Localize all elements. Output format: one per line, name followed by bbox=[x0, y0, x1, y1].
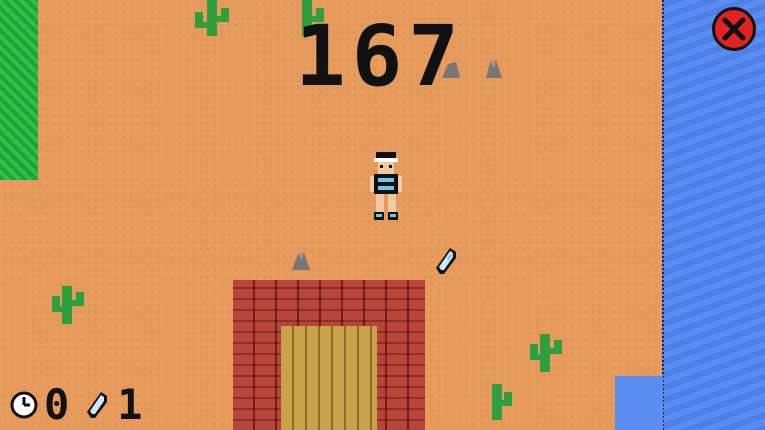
water-inlet bbox=[615, 376, 663, 430]
water-area bbox=[662, 0, 765, 430]
cactus-icon bbox=[195, 0, 229, 36]
grass-patch bbox=[0, 0, 38, 180]
crystal-icon bbox=[87, 392, 108, 418]
cactus-icon bbox=[492, 384, 512, 420]
score-display: 167 bbox=[295, 7, 465, 105]
player-character bbox=[370, 152, 402, 220]
close-button[interactable] bbox=[712, 7, 756, 51]
brick-house bbox=[233, 280, 425, 430]
close-icon bbox=[722, 17, 746, 41]
crystal-count: 1 bbox=[117, 380, 143, 429]
inventory-hud: 0 1 bbox=[10, 384, 143, 426]
clock-count: 0 bbox=[44, 380, 70, 429]
rock-icon bbox=[292, 252, 310, 270]
crystal-icon[interactable] bbox=[434, 246, 460, 276]
cactus-icon bbox=[52, 286, 84, 324]
cactus-icon bbox=[530, 334, 562, 372]
wooden-door[interactable] bbox=[281, 326, 377, 430]
clock-icon bbox=[10, 391, 38, 419]
